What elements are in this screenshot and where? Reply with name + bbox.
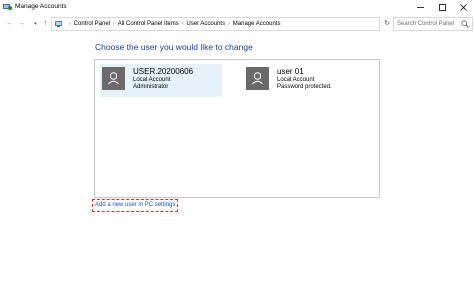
refresh-icon: ↻ <box>384 20 390 27</box>
search-icon <box>461 20 469 28</box>
breadcrumb-separator-icon: › <box>69 21 71 27</box>
avatar <box>102 67 125 90</box>
maximize-button[interactable] <box>431 0 453 14</box>
breadcrumb-all-items[interactable]: All Control Panel Items <box>118 21 179 27</box>
account-type: Local Account <box>133 77 171 83</box>
account-status: Administrator <box>133 84 169 90</box>
user-icon <box>252 72 263 85</box>
breadcrumb-manage-accounts[interactable]: Manage Accounts <box>233 21 281 27</box>
up-arrow-icon: ↑ <box>43 20 48 27</box>
add-new-user-link[interactable]: Add a new user in PC settings <box>92 199 179 212</box>
breadcrumb: › Control Panel › All Control Panel Items › U… <box>66 19 280 29</box>
window-title: Manage Accounts <box>15 3 67 10</box>
close-button[interactable] <box>452 0 474 14</box>
up-button[interactable]: ↑ <box>40 18 51 29</box>
control-panel-icon <box>55 21 62 27</box>
navigation-bar: ← → ▾ ↑ › Control Panel › All Control Panel… <box>0 15 474 31</box>
breadcrumb-separator-icon: › <box>181 21 184 27</box>
account-name: USER.20200606 <box>133 67 194 76</box>
search-input[interactable]: Search Control Panel <box>393 17 473 31</box>
maximize-icon <box>438 3 446 11</box>
forward-button[interactable]: → <box>16 18 27 29</box>
user-accounts-icon <box>3 4 12 10</box>
forward-arrow-icon: → <box>18 20 25 27</box>
breadcrumb-control-panel[interactable]: Control Panel <box>74 21 110 27</box>
close-icon <box>459 3 467 11</box>
breadcrumb-separator-icon: › <box>113 21 115 27</box>
account-tile-user-20200606[interactable]: USER.20200606 Local Account Administrato… <box>100 64 222 97</box>
minimize-button[interactable] <box>409 0 431 14</box>
back-button[interactable]: ← <box>4 18 15 29</box>
breadcrumb-user-accounts[interactable]: User Accounts <box>186 21 225 27</box>
back-arrow-icon: ← <box>6 20 13 27</box>
user-icon <box>108 72 119 85</box>
account-tile-user-01[interactable]: user 01 Local Account Password protected… <box>244 64 366 97</box>
account-type: Local Account <box>277 77 315 83</box>
minimize-icon <box>416 6 424 8</box>
chevron-down-icon: ▾ <box>34 20 37 27</box>
page-title: Choose the user you would like to change <box>95 42 253 52</box>
avatar <box>246 67 269 90</box>
search-placeholder: Search Control Panel <box>397 21 455 27</box>
account-name: user 01 <box>277 67 304 76</box>
title-bar: Manage Accounts <box>0 0 474 14</box>
account-status: Password protected. <box>277 84 332 90</box>
address-field[interactable]: › Control Panel › All Control Panel Items › U… <box>51 17 421 31</box>
refresh-button[interactable]: ↻ <box>382 18 392 28</box>
breadcrumb-separator-icon: › <box>228 21 230 27</box>
accounts-panel: USER.20200606 Local Account Administrato… <box>94 59 380 198</box>
